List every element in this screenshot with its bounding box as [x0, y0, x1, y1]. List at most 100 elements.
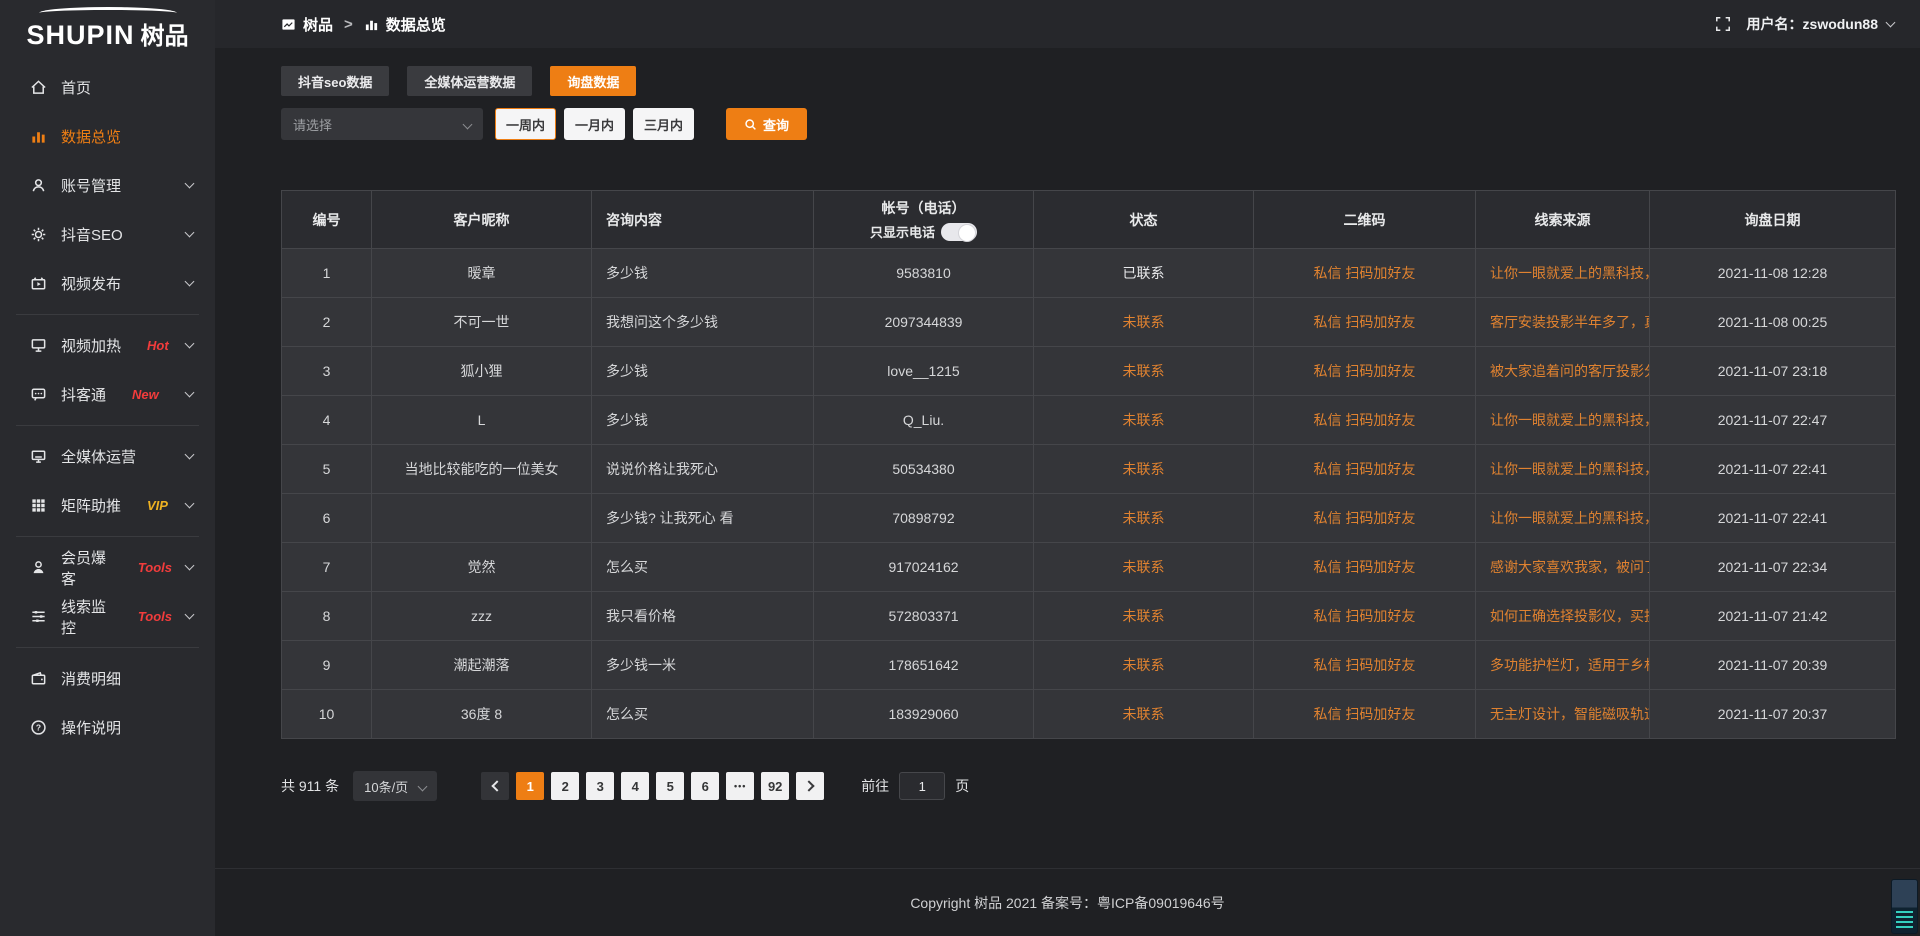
- next-page-button[interactable]: [796, 772, 824, 800]
- range-month-button[interactable]: 一月内: [564, 108, 625, 140]
- select-placeholder: 请选择: [293, 115, 332, 134]
- sidebar-item-douyin-seo[interactable]: 抖音SEO: [0, 210, 215, 259]
- cell-content: 说说价格让我死心: [592, 445, 814, 494]
- table-row: 2 不可一世 我想问这个多少钱 2097344839 未联系 私信 扫码加好友 …: [282, 298, 1896, 347]
- cell-source-link[interactable]: 让你一眼就爱上的黑科技，能...: [1476, 249, 1650, 298]
- cell-date: 2021-11-07 20:39: [1650, 641, 1896, 690]
- col-header-account: 帐号（电话） 只显示电话: [814, 191, 1034, 249]
- cell-source-link[interactable]: 让你一眼就爱上的黑科技，能...: [1476, 445, 1650, 494]
- cell-nickname: 36度 8: [372, 690, 592, 739]
- page-button-1[interactable]: 1: [516, 772, 544, 800]
- breadcrumb-root[interactable]: 树品: [303, 14, 333, 35]
- table-row: 3 狐小狸 多少钱 love__1215 未联系 私信 扫码加好友 被大家追着问…: [282, 347, 1896, 396]
- table-row: 7 觉然 怎么买 917024162 未联系 私信 扫码加好友 感谢大家喜欢我家…: [282, 543, 1896, 592]
- sidebar-item-label: 视频加热: [61, 335, 121, 356]
- sidebar-item-label: 操作说明: [61, 717, 121, 738]
- sidebar-item-member-tools[interactable]: 会员爆客 Tools: [0, 543, 215, 592]
- page-ellipsis-button[interactable]: •••: [726, 772, 754, 800]
- chevron-down-icon: [185, 277, 195, 287]
- sidebar-item-doukotong[interactable]: 抖客通 New: [0, 370, 215, 419]
- tab-inquiry-data[interactable]: 询盘数据: [550, 66, 636, 96]
- sidebar-item-instructions[interactable]: ? 操作说明: [0, 703, 215, 752]
- page-button-4[interactable]: 4: [621, 772, 649, 800]
- sidebar-item-label: 会员爆客: [61, 547, 112, 589]
- cell-qrcode-link[interactable]: 私信 扫码加好友: [1254, 298, 1476, 347]
- tab-media-operation-data[interactable]: 全媒体运营数据: [407, 66, 532, 96]
- video-publish-icon: [30, 275, 47, 292]
- chevron-left-icon: [491, 780, 502, 791]
- floating-tool-widget[interactable]: [1891, 879, 1918, 934]
- cell-qrcode-link[interactable]: 私信 扫码加好友: [1254, 396, 1476, 445]
- cell-qrcode-link[interactable]: 私信 扫码加好友: [1254, 249, 1476, 298]
- page-button-3[interactable]: 3: [586, 772, 614, 800]
- table-row: 5 当地比较能吃的一位美女 说说价格让我死心 50534380 未联系 私信 扫…: [282, 445, 1896, 494]
- range-quarter-button[interactable]: 三月内: [633, 108, 694, 140]
- filter-select[interactable]: 请选择: [281, 108, 483, 140]
- cell-source-link[interactable]: 感谢大家喜欢我家，被问了好...: [1476, 543, 1650, 592]
- page-button-2[interactable]: 2: [551, 772, 579, 800]
- sidebar-item-matrix-boost[interactable]: 矩阵助推 VIP: [0, 481, 215, 530]
- sidebar-item-account-management[interactable]: 账号管理: [0, 161, 215, 210]
- cell-content: 多少钱: [592, 249, 814, 298]
- col-header-content: 咨询内容: [592, 191, 814, 249]
- cell-account: 9583810: [814, 249, 1034, 298]
- cell-no: 7: [282, 543, 372, 592]
- cell-no: 9: [282, 641, 372, 690]
- tab-douyin-seo-data[interactable]: 抖音seo数据: [281, 66, 389, 96]
- cell-status: 未联系: [1034, 641, 1254, 690]
- sidebar-item-video-publish[interactable]: 视频发布: [0, 259, 215, 308]
- cell-content: 我想问这个多少钱: [592, 298, 814, 347]
- cell-qrcode-link[interactable]: 私信 扫码加好友: [1254, 543, 1476, 592]
- col-header-source: 线索来源: [1476, 191, 1650, 249]
- cell-status: 已联系: [1034, 249, 1254, 298]
- search-button[interactable]: 查询: [726, 108, 807, 140]
- cell-qrcode-link[interactable]: 私信 扫码加好友: [1254, 494, 1476, 543]
- fullscreen-icon[interactable]: [1715, 16, 1731, 32]
- sidebar-item-data-overview[interactable]: 数据总览: [0, 112, 215, 161]
- jump-page-input[interactable]: [899, 772, 945, 800]
- cell-qrcode-link[interactable]: 私信 扫码加好友: [1254, 690, 1476, 739]
- sidebar-item-home[interactable]: 首页: [0, 63, 215, 112]
- page-size-select[interactable]: 10条/页: [353, 771, 437, 801]
- sidebar-item-consumption-detail[interactable]: 消费明细: [0, 654, 215, 703]
- cell-status: 未联系: [1034, 592, 1254, 641]
- table-row: 4 L 多少钱 Q_Liu. 未联系 私信 扫码加好友 让你一眼就爱上的黑科技，…: [282, 396, 1896, 445]
- cell-source-link[interactable]: 被大家追着问的客厅投影分享...: [1476, 347, 1650, 396]
- cell-status: 未联系: [1034, 543, 1254, 592]
- cell-source-link[interactable]: 让你一眼就爱上的黑科技，能...: [1476, 494, 1650, 543]
- table-row: 9 潮起潮落 多少钱一米 178651642 未联系 私信 扫码加好友 多功能护…: [282, 641, 1896, 690]
- phone-only-toggle[interactable]: [941, 223, 977, 241]
- chat-icon: [30, 386, 47, 403]
- sidebar-item-video-heat[interactable]: 视频加热 Hot: [0, 321, 215, 370]
- cell-account: love__1215: [814, 347, 1034, 396]
- cell-source-link[interactable]: 如何正确选择投影仪，买投影...: [1476, 592, 1650, 641]
- user-menu[interactable]: 用户名：zswodun88: [1747, 14, 1894, 34]
- page-button-5[interactable]: 5: [656, 772, 684, 800]
- cell-nickname: L: [372, 396, 592, 445]
- phone-toggle-label: 只显示电话: [870, 222, 935, 241]
- cell-qrcode-link[interactable]: 私信 扫码加好友: [1254, 592, 1476, 641]
- bar-chart-icon: [364, 17, 379, 32]
- page-button-6[interactable]: 6: [691, 772, 719, 800]
- app-logo[interactable]: SHUPIN 树品: [0, 0, 215, 51]
- cell-source-link[interactable]: 客厅安装投影半年多了，真实...: [1476, 298, 1650, 347]
- cell-source-link[interactable]: 让你一眼就爱上的黑科技，能...: [1476, 396, 1650, 445]
- range-week-button[interactable]: 一周内: [495, 108, 556, 140]
- cell-status: 未联系: [1034, 298, 1254, 347]
- page-button-92[interactable]: 92: [761, 772, 789, 800]
- prev-page-button[interactable]: [481, 772, 509, 800]
- cell-source-link[interactable]: 无主灯设计，智能磁吸轨道灯...: [1476, 690, 1650, 739]
- inquiry-table: 编号 客户昵称 咨询内容 帐号（电话） 只显示电话 状态 二维码 线索来源 询盘…: [281, 190, 1896, 739]
- table-row: 1 暧章 多少钱 9583810 已联系 私信 扫码加好友 让你一眼就爱上的黑科…: [282, 249, 1896, 298]
- cell-qrcode-link[interactable]: 私信 扫码加好友: [1254, 641, 1476, 690]
- cell-status: 未联系: [1034, 494, 1254, 543]
- cell-source-link[interactable]: 多功能护栏灯，适用于乡村文...: [1476, 641, 1650, 690]
- cell-no: 6: [282, 494, 372, 543]
- sidebar-item-media-operation[interactable]: 全媒体运营: [0, 432, 215, 481]
- brand-name-cn: 树品: [141, 16, 189, 51]
- cell-nickname: 觉然: [372, 543, 592, 592]
- sidebar-item-clue-monitor[interactable]: 线索监控 Tools: [0, 592, 215, 641]
- cell-qrcode-link[interactable]: 私信 扫码加好友: [1254, 445, 1476, 494]
- chevron-right-icon: [803, 780, 814, 791]
- cell-qrcode-link[interactable]: 私信 扫码加好友: [1254, 347, 1476, 396]
